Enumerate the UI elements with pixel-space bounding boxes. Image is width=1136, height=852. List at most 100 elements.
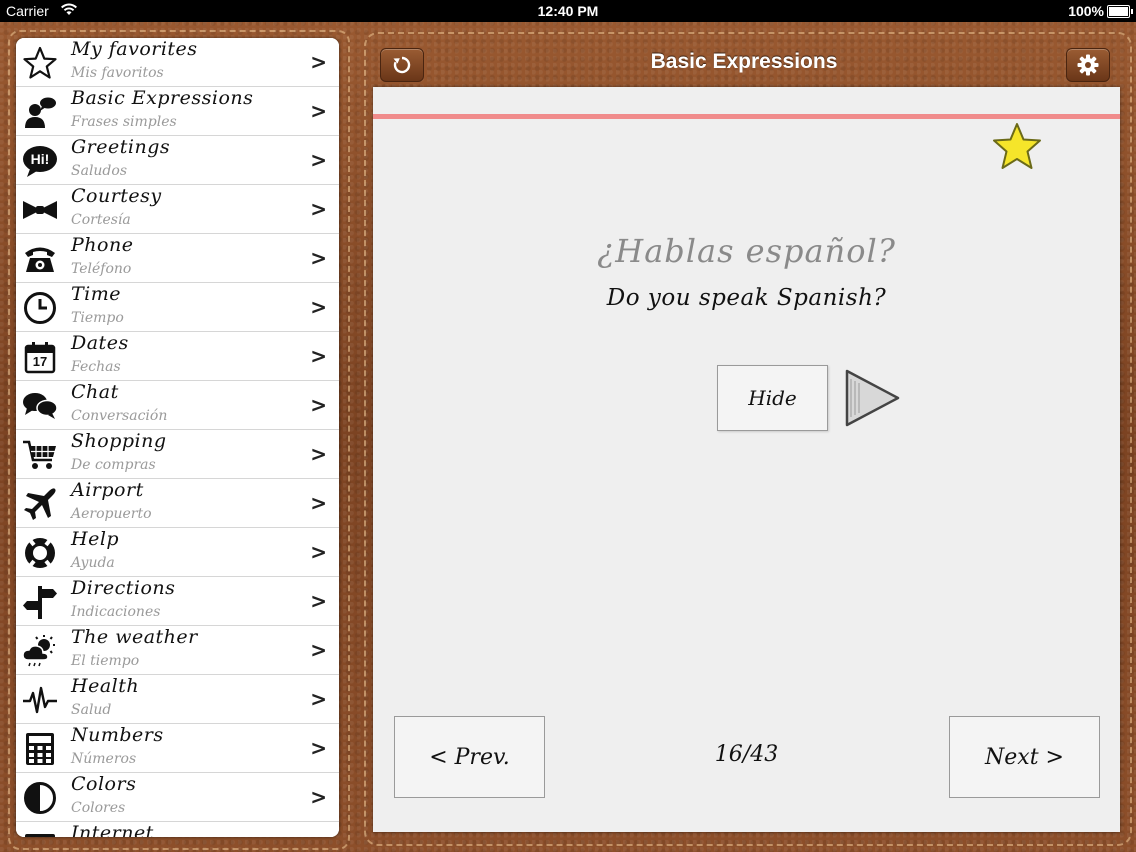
- card-header-line: [373, 114, 1120, 119]
- play-audio-button[interactable]: [843, 367, 903, 433]
- sidebar-item-subtitle: Cortesía: [71, 212, 131, 228]
- sidebar-item-title: Numbers: [71, 724, 164, 746]
- sidebar-item-subtitle: Teléfono: [71, 261, 132, 277]
- sidebar-item-subtitle: Fechas: [71, 359, 121, 375]
- sidebar-item-health[interactable]: Health Salud >: [16, 675, 339, 724]
- sidebar-item-title: Basic Expressions: [71, 87, 254, 109]
- sidebar-item-subtitle: Mis favoritos: [71, 65, 164, 81]
- sidebar-item-subtitle: Aeropuerto: [71, 506, 152, 522]
- airplane-icon: [22, 486, 58, 522]
- chevron-right-icon: >: [310, 442, 327, 466]
- clock-time: 12:40 PM: [537, 3, 599, 19]
- next-button[interactable]: Next >: [949, 716, 1100, 798]
- hi-bubble-icon: Hi!: [22, 143, 58, 179]
- sidebar-item-subtitle: Frases simples: [71, 114, 177, 130]
- sidebar-item-courtesy[interactable]: Courtesy Cortesía >: [16, 185, 339, 234]
- sidebar-item-title: Directions: [71, 577, 176, 599]
- chevron-right-icon: >: [310, 736, 327, 760]
- sidebar-item-title: Help: [71, 528, 120, 550]
- chevron-right-icon: >: [310, 834, 327, 837]
- weather-icon: [22, 633, 58, 669]
- sidebar-item-numbers[interactable]: Numbers Números >: [16, 724, 339, 773]
- clock-icon: [22, 290, 58, 326]
- sidebar-item-subtitle: El tiempo: [71, 653, 140, 669]
- star-icon: [993, 123, 1041, 169]
- sidebar-item-title: Time: [71, 283, 122, 305]
- play-icon: [845, 369, 900, 427]
- battery-icon: [1107, 5, 1133, 18]
- sidebar-item-dates[interactable]: 17 Dates Fechas >: [16, 332, 339, 381]
- chevron-right-icon: >: [310, 589, 327, 613]
- chevron-right-icon: >: [310, 344, 327, 368]
- phone-icon: [22, 241, 58, 277]
- sidebar-item-title: Internet: [71, 822, 154, 837]
- status-bar: Carrier 12:40 PM 100%: [0, 0, 1136, 22]
- sidebar-item-time[interactable]: Time Tiempo >: [16, 283, 339, 332]
- sidebar-item-title: Shopping: [71, 430, 167, 452]
- sidebar-item-the-weather[interactable]: The weather El tiempo >: [16, 626, 339, 675]
- sidebar-item-basic-expressions[interactable]: Basic Expressions Frases simples >: [16, 87, 339, 136]
- sidebar-item-airport[interactable]: Airport Aeropuerto >: [16, 479, 339, 528]
- lifebuoy-icon: [22, 535, 58, 571]
- sidebar-item-shopping[interactable]: Shopping De compras >: [16, 430, 339, 479]
- sidebar-item-my-favorites[interactable]: My favorites Mis favoritos >: [16, 38, 339, 87]
- star-icon: [22, 45, 58, 81]
- calculator-icon: [22, 731, 58, 767]
- chevron-right-icon: >: [310, 246, 327, 270]
- page-title: Basic Expressions: [650, 50, 838, 73]
- heartbeat-icon: [22, 682, 58, 718]
- sidebar-item-title: The weather: [71, 626, 198, 648]
- sidebar-item-colors[interactable]: Colors Colores >: [16, 773, 339, 822]
- speaker-person-icon: [22, 94, 58, 130]
- sidebar-item-directions[interactable]: Directions Indicaciones >: [16, 577, 339, 626]
- sidebar-item-title: Chat: [71, 381, 119, 403]
- chevron-right-icon: >: [310, 99, 327, 123]
- chevron-right-icon: >: [310, 393, 327, 417]
- cart-icon: [22, 437, 58, 473]
- chevron-right-icon: >: [310, 50, 327, 74]
- sidebar-item-subtitle: Conversación: [71, 408, 168, 424]
- sidebar-item-title: Phone: [71, 234, 134, 256]
- sidebar-item-subtitle: Números: [71, 751, 137, 767]
- sidebar-item-subtitle: De compras: [71, 457, 156, 473]
- chat-bubbles-icon: [22, 388, 58, 424]
- sidebar-item-title: Greetings: [71, 136, 171, 158]
- chevron-right-icon: >: [310, 491, 327, 515]
- contrast-icon: [22, 780, 58, 816]
- sidebar-item-title: Courtesy: [71, 185, 162, 207]
- gear-icon: [1077, 54, 1099, 76]
- signpost-icon: [22, 584, 58, 620]
- sidebar-item-title: My favorites: [71, 38, 198, 60]
- sidebar-item-phone[interactable]: Phone Teléfono >: [16, 234, 339, 283]
- sidebar-item-subtitle: Indicaciones: [71, 604, 161, 620]
- sidebar-item-chat[interactable]: Chat Conversación >: [16, 381, 339, 430]
- sidebar-item-internet[interactable]: Internet >: [16, 822, 339, 837]
- spanish-phrase: ¿Hablas español?: [597, 232, 896, 270]
- sidebar-item-title: Health: [71, 675, 140, 697]
- english-translation: Do you speak Spanish?: [606, 285, 887, 311]
- chevron-right-icon: >: [310, 295, 327, 319]
- icon-text: 17: [32, 354, 48, 369]
- sidebar-item-subtitle: Colores: [71, 800, 126, 816]
- sidebar-item-title: Dates: [71, 332, 129, 354]
- calendar-icon: 17: [22, 339, 58, 375]
- settings-button[interactable]: [1066, 48, 1110, 82]
- hide-button[interactable]: Hide: [717, 365, 828, 431]
- favorite-star-button[interactable]: [991, 121, 1043, 177]
- category-list[interactable]: My favorites Mis favoritos > Basic Expressi…: [16, 38, 339, 837]
- sidebar-item-greetings[interactable]: Hi! Greetings Saludos >: [16, 136, 339, 185]
- icon-text: Hi!: [30, 151, 50, 167]
- sidebar-item-help[interactable]: Help Ayuda >: [16, 528, 339, 577]
- chevron-right-icon: >: [310, 687, 327, 711]
- bowtie-icon: [22, 192, 58, 228]
- chevron-right-icon: >: [310, 540, 327, 564]
- sidebar-item-subtitle: Ayuda: [71, 555, 115, 571]
- chevron-right-icon: >: [310, 638, 327, 662]
- chevron-right-icon: >: [310, 197, 327, 221]
- sidebar-item-title: Colors: [71, 773, 137, 795]
- sidebar-item-subtitle: Salud: [71, 702, 112, 718]
- battery-percent: 100%: [1068, 3, 1104, 19]
- computer-icon: [22, 829, 58, 837]
- sidebar-item-subtitle: Tiempo: [71, 310, 124, 326]
- chevron-right-icon: >: [310, 785, 327, 809]
